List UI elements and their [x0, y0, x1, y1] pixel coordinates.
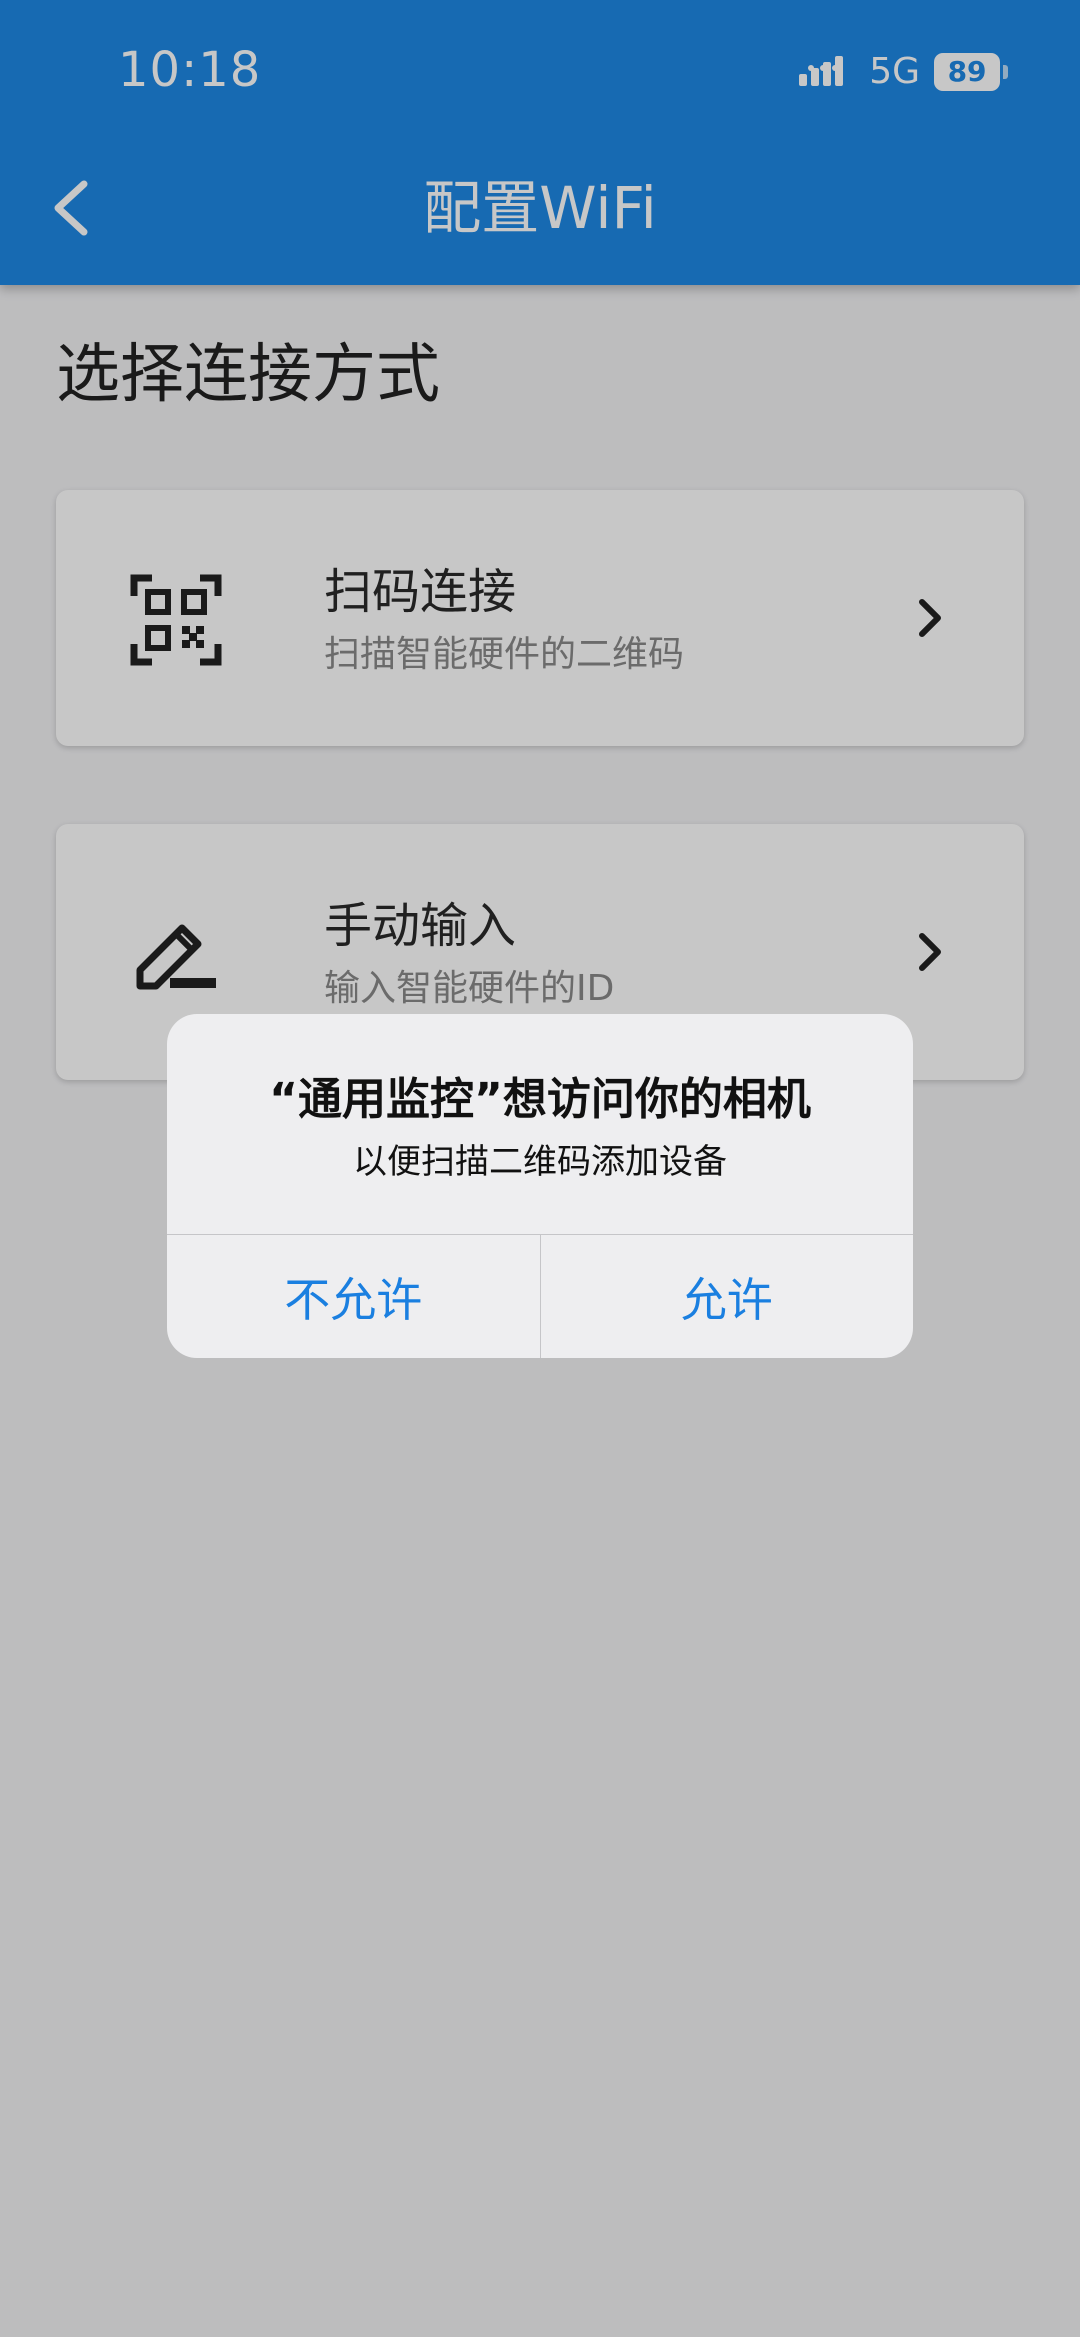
screen: 10:18 5G 89 配置WiFi 选择连接方式 扫码连接 扫描智能硬件的二维…	[0, 0, 1080, 2337]
dialog-message: 以便扫描二维码添加设备	[353, 1142, 727, 1182]
dialog-actions: 不允许 允许	[167, 1234, 913, 1358]
allow-button[interactable]: 允许	[541, 1235, 914, 1358]
deny-button[interactable]: 不允许	[167, 1235, 541, 1358]
camera-permission-dialog: “通用监控”想访问你的相机 以便扫描二维码添加设备 不允许 允许	[167, 1014, 913, 1358]
dialog-title: “通用监控”想访问你的相机	[269, 1074, 811, 1125]
